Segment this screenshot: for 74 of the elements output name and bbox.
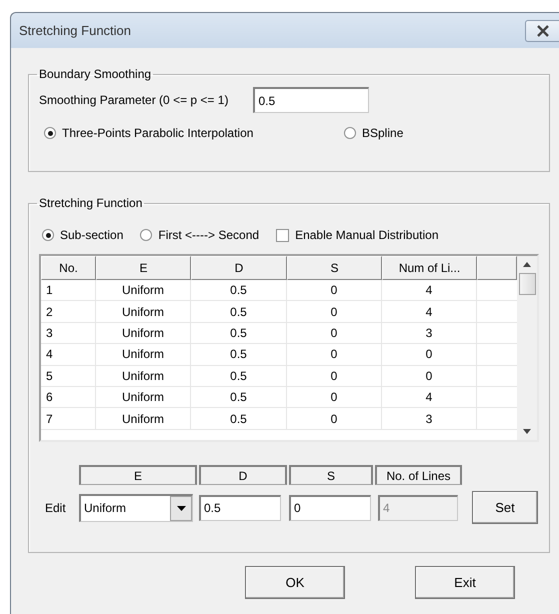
scroll-thumb[interactable] [518,273,536,295]
table-cell: 0 [287,408,382,430]
column-header: S [289,465,373,485]
scrollbar[interactable] [517,256,537,440]
group-title: Boundary Smoothing [38,67,152,81]
radio-button[interactable] [140,229,152,241]
table-cell: 0 [382,344,477,366]
table-cell: 0 [287,301,382,323]
table-cell: 0.5 [191,344,287,366]
radio-button[interactable] [344,127,356,139]
radio-label[interactable]: Sub-section [60,228,124,242]
table-cell: Uniform [96,366,191,387]
table-cell: 0 [382,366,477,387]
column-header: D [199,465,287,485]
table-cell: 3 [41,322,96,344]
table-cell: 0.5 [191,280,287,302]
table-cell: Uniform [96,408,191,430]
dialog-button[interactable]: OK [245,566,345,599]
table-cell: 4 [382,280,477,302]
set-button[interactable]: Set [472,491,538,524]
radio-button[interactable] [44,127,56,139]
table-cell: 7 [41,408,96,430]
table-cell: Uniform [96,322,191,344]
column-header[interactable]: S [287,256,382,280]
table-cell: 5 [41,366,96,387]
column-header[interactable]: No. [41,256,96,280]
table-cell: 0 [287,280,382,302]
close-button[interactable] [525,20,559,42]
dropdown[interactable]: Uniform [79,494,193,522]
checkbox-label[interactable]: Enable Manual Distribution [295,228,438,242]
table-cell: Uniform [96,344,191,366]
checkbox[interactable] [276,228,290,242]
column-header[interactable]: D [191,256,287,280]
input-field[interactable]: 0 [289,494,371,520]
scroll-up-icon [523,262,531,267]
table-cell: Uniform [96,280,191,302]
dialog-button[interactable]: Exit [415,566,515,599]
edit-label: Edit [44,500,67,514]
table-cell: 4 [382,301,477,323]
table-cell: 0.5 [191,408,287,430]
table-cell: 0.5 [191,366,287,387]
field-label: Smoothing Parameter (0 <= p <= 1) [39,93,228,107]
table-cell: 0 [287,366,382,387]
table-cell: 0 [287,386,382,408]
column-header[interactable]: E [96,256,191,280]
scroll-down-icon [523,429,531,434]
table-cell: 0.5 [191,301,287,323]
table-cell: 0 [287,344,382,366]
input-field[interactable]: 0.5 [199,494,281,520]
column-header: E [79,465,197,485]
dropdown-button[interactable] [170,496,192,520]
table-cell: 0.5 [191,386,287,408]
close-icon [536,24,550,36]
table-cell: 4 [382,386,477,408]
radio-label[interactable]: First <----> Second [158,228,260,242]
radio-button[interactable] [42,229,54,241]
table-cell: Uniform [96,301,191,323]
caret-icon [176,506,186,510]
table-cell: 1 [41,280,96,302]
table-cell: Uniform [96,386,191,408]
table-cell: 3 [382,408,477,430]
table-cell: 4 [41,344,96,366]
table-cell: 0 [287,322,382,344]
radio-label[interactable]: BSpline [362,126,404,140]
input-field[interactable]: 0.5 [253,87,370,113]
table-cell: 0.5 [191,322,287,344]
window-title: Stretching Function [19,23,132,38]
table-cell: 2 [41,301,96,323]
group-title: Stretching Function [38,196,144,210]
radio-label[interactable]: Three-Points Parabolic Interpolation [62,126,254,140]
column-header[interactable]: Num of Li... [382,256,477,280]
table-cell: 3 [382,322,477,344]
table-cell: 6 [41,386,96,408]
column-header: No. of Lines [375,465,462,485]
